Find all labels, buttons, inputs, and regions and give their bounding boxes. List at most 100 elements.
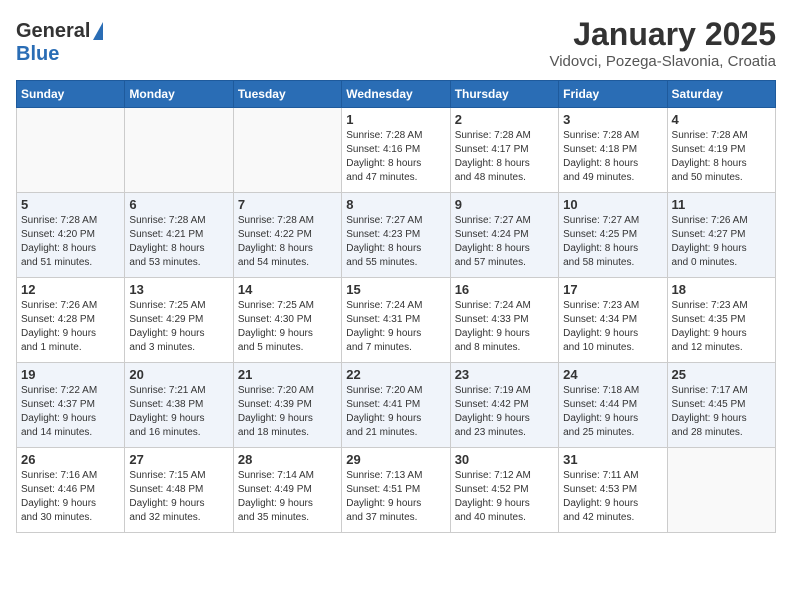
location-subtitle: Vidovci, Pozega-Slavonia, Croatia (549, 53, 776, 70)
day-number: 2 (455, 112, 554, 127)
calendar-day-cell: 31 Sunrise: 7:11 AM Sunset: 4:53 PM Dayli… (559, 448, 667, 533)
logo-triangle-icon (93, 22, 103, 40)
day-number: 6 (129, 197, 228, 212)
day-info: Sunrise: 7:25 AM Sunset: 4:30 PM Dayligh… (238, 299, 337, 355)
day-info: Sunrise: 7:17 AM Sunset: 4:45 PM Dayligh… (672, 384, 771, 440)
calendar-day-cell (667, 448, 775, 533)
day-number: 1 (346, 112, 445, 127)
day-number: 22 (346, 367, 445, 382)
day-number: 11 (672, 197, 771, 212)
calendar-day-cell: 10 Sunrise: 7:27 AM Sunset: 4:25 PM Dayli… (559, 193, 667, 278)
calendar-day-cell: 27Sunrise: 7:15 AM Sunset: 4:48 PM Dayli… (125, 448, 233, 533)
calendar-day-cell: 19 Sunrise: 7:22 AM Sunset: 4:37 PM Dayli… (17, 363, 125, 448)
day-info: Sunrise: 7:28 AM Sunset: 4:18 PM Dayligh… (563, 129, 662, 185)
calendar-day-cell: 2 Sunrise: 7:28 AM Sunset: 4:17 PM Daylig… (450, 108, 558, 193)
calendar-day-cell: 17 Sunrise: 7:23 AM Sunset: 4:34 PM Dayli… (559, 278, 667, 363)
day-number: 23 (455, 367, 554, 382)
day-info: Sunrise: 7:21 AM Sunset: 4:38 PM Dayligh… (129, 384, 228, 440)
day-number: 18 (672, 282, 771, 297)
day-number: 20 (129, 367, 228, 382)
calendar-day-cell: 9Sunrise: 7:27 AM Sunset: 4:24 PM Daylig… (450, 193, 558, 278)
day-info: Sunrise: 7:20 AM Sunset: 4:39 PM Dayligh… (238, 384, 337, 440)
calendar-week-row: 26 Sunrise: 7:16 AM Sunset: 4:46 PM Dayli… (17, 448, 776, 533)
day-info: Sunrise: 7:28 AM Sunset: 4:19 PM Dayligh… (672, 129, 771, 185)
calendar-day-cell: 4 Sunrise: 7:28 AM Sunset: 4:19 PM Daylig… (667, 108, 775, 193)
day-number: 30 (455, 452, 554, 467)
calendar-week-row: 5Sunrise: 7:28 AM Sunset: 4:20 PM Daylig… (17, 193, 776, 278)
day-number: 14 (238, 282, 337, 297)
day-info: Sunrise: 7:24 AM Sunset: 4:33 PM Dayligh… (455, 299, 554, 355)
day-number: 10 (563, 197, 662, 212)
day-of-week-header: Friday (559, 81, 667, 108)
day-number: 15 (346, 282, 445, 297)
calendar-day-cell: 29 Sunrise: 7:13 AM Sunset: 4:51 PM Dayli… (342, 448, 450, 533)
day-info: Sunrise: 7:27 AM Sunset: 4:24 PM Dayligh… (455, 214, 554, 270)
day-info: Sunrise: 7:27 AM Sunset: 4:23 PM Dayligh… (346, 214, 445, 270)
day-of-week-header: Wednesday (342, 81, 450, 108)
logo: General Blue (16, 20, 103, 66)
day-info: Sunrise: 7:28 AM Sunset: 4:16 PM Dayligh… (346, 129, 445, 185)
calendar-day-cell: 12Sunrise: 7:26 AM Sunset: 4:28 PM Dayli… (17, 278, 125, 363)
day-number: 25 (672, 367, 771, 382)
logo-blue: Blue (16, 43, 59, 65)
day-of-week-header: Thursday (450, 81, 558, 108)
day-info: Sunrise: 7:23 AM Sunset: 4:35 PM Dayligh… (672, 299, 771, 355)
calendar-day-cell: 1 Sunrise: 7:28 AM Sunset: 4:16 PM Daylig… (342, 108, 450, 193)
day-info: Sunrise: 7:28 AM Sunset: 4:17 PM Dayligh… (455, 129, 554, 185)
day-number: 13 (129, 282, 228, 297)
calendar-day-cell (233, 108, 341, 193)
calendar-day-cell: 14 Sunrise: 7:25 AM Sunset: 4:30 PM Dayli… (233, 278, 341, 363)
day-info: Sunrise: 7:19 AM Sunset: 4:42 PM Dayligh… (455, 384, 554, 440)
day-number: 26 (21, 452, 120, 467)
day-number: 24 (563, 367, 662, 382)
calendar-week-row: 19 Sunrise: 7:22 AM Sunset: 4:37 PM Dayli… (17, 363, 776, 448)
calendar-day-cell: 6 Sunrise: 7:28 AM Sunset: 4:21 PM Daylig… (125, 193, 233, 278)
day-of-week-header: Sunday (17, 81, 125, 108)
day-info: Sunrise: 7:11 AM Sunset: 4:53 PM Dayligh… (563, 469, 662, 525)
day-number: 19 (21, 367, 120, 382)
day-info: Sunrise: 7:13 AM Sunset: 4:51 PM Dayligh… (346, 469, 445, 525)
day-number: 28 (238, 452, 337, 467)
day-number: 29 (346, 452, 445, 467)
month-title: January 2025 (549, 16, 776, 53)
day-info: Sunrise: 7:16 AM Sunset: 4:46 PM Dayligh… (21, 469, 120, 525)
calendar-day-cell: 24 Sunrise: 7:18 AM Sunset: 4:44 PM Dayli… (559, 363, 667, 448)
calendar-day-cell: 20 Sunrise: 7:21 AM Sunset: 4:38 PM Dayli… (125, 363, 233, 448)
calendar-day-cell: 23 Sunrise: 7:19 AM Sunset: 4:42 PM Dayli… (450, 363, 558, 448)
calendar-day-cell: 25 Sunrise: 7:17 AM Sunset: 4:45 PM Dayli… (667, 363, 775, 448)
day-number: 3 (563, 112, 662, 127)
day-info: Sunrise: 7:28 AM Sunset: 4:21 PM Dayligh… (129, 214, 228, 270)
calendar-day-cell: 5Sunrise: 7:28 AM Sunset: 4:20 PM Daylig… (17, 193, 125, 278)
calendar-day-cell: 18 Sunrise: 7:23 AM Sunset: 4:35 PM Dayli… (667, 278, 775, 363)
calendar-day-cell: 11Sunrise: 7:26 AM Sunset: 4:27 PM Dayli… (667, 193, 775, 278)
calendar-day-cell: 3 Sunrise: 7:28 AM Sunset: 4:18 PM Daylig… (559, 108, 667, 193)
day-info: Sunrise: 7:27 AM Sunset: 4:25 PM Dayligh… (563, 214, 662, 270)
day-info: Sunrise: 7:18 AM Sunset: 4:44 PM Dayligh… (563, 384, 662, 440)
calendar-day-cell (17, 108, 125, 193)
day-info: Sunrise: 7:28 AM Sunset: 4:22 PM Dayligh… (238, 214, 337, 270)
day-number: 7 (238, 197, 337, 212)
day-number: 12 (21, 282, 120, 297)
day-of-week-header: Saturday (667, 81, 775, 108)
day-number: 8 (346, 197, 445, 212)
calendar-day-cell (125, 108, 233, 193)
day-number: 4 (672, 112, 771, 127)
day-of-week-header: Tuesday (233, 81, 341, 108)
day-info: Sunrise: 7:24 AM Sunset: 4:31 PM Dayligh… (346, 299, 445, 355)
title-area: January 2025 Vidovci, Pozega-Slavonia, C… (549, 16, 776, 70)
day-info: Sunrise: 7:23 AM Sunset: 4:34 PM Dayligh… (563, 299, 662, 355)
day-number: 27 (129, 452, 228, 467)
calendar-day-cell: 21Sunrise: 7:20 AM Sunset: 4:39 PM Dayli… (233, 363, 341, 448)
calendar: SundayMondayTuesdayWednesdayThursdayFrid… (16, 80, 776, 533)
day-number: 31 (563, 452, 662, 467)
calendar-day-cell: 16Sunrise: 7:24 AM Sunset: 4:33 PM Dayli… (450, 278, 558, 363)
day-info: Sunrise: 7:14 AM Sunset: 4:49 PM Dayligh… (238, 469, 337, 525)
day-info: Sunrise: 7:22 AM Sunset: 4:37 PM Dayligh… (21, 384, 120, 440)
day-info: Sunrise: 7:28 AM Sunset: 4:20 PM Dayligh… (21, 214, 120, 270)
day-of-week-header: Monday (125, 81, 233, 108)
calendar-day-cell: 15 Sunrise: 7:24 AM Sunset: 4:31 PM Dayli… (342, 278, 450, 363)
logo-general: General (16, 20, 90, 43)
calendar-day-cell: 8 Sunrise: 7:27 AM Sunset: 4:23 PM Daylig… (342, 193, 450, 278)
header: General Blue January 2025 Vidovci, Pozeg… (16, 16, 776, 70)
day-number: 17 (563, 282, 662, 297)
